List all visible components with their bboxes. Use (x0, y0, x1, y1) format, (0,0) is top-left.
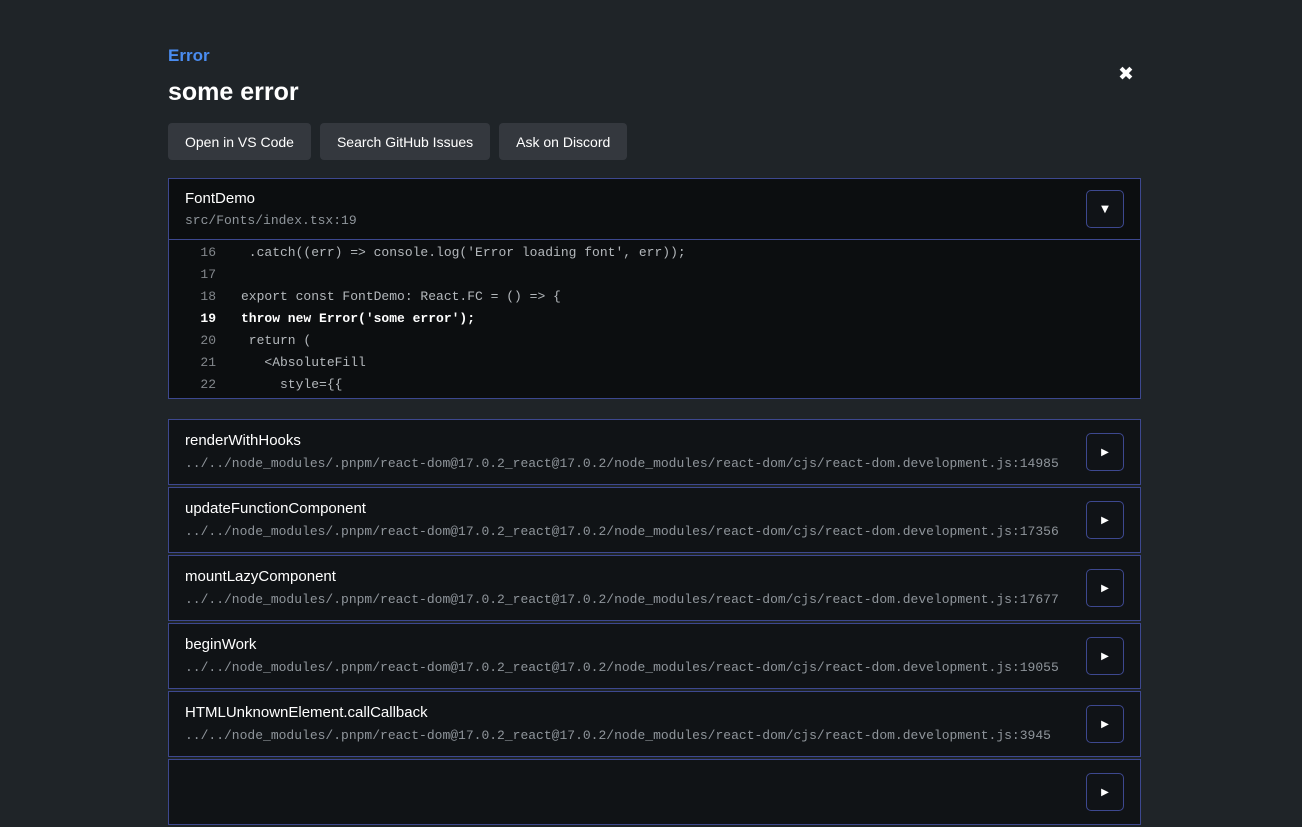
code-line: 20 return ( (169, 330, 1140, 352)
code-line: 16 .catch((err) => console.log('Error lo… (169, 242, 1140, 264)
line-number: 18 (169, 286, 216, 308)
expand-frame-button[interactable]: ▶ (1086, 637, 1124, 675)
stack-frame-title: beginWork (185, 636, 1124, 654)
error-message: some error (168, 78, 1141, 107)
line-number: 22 (169, 374, 216, 396)
code-line: 21 <AbsoluteFill (169, 352, 1140, 374)
line-text: return ( (216, 330, 311, 352)
main-frame-title: FontDemo (185, 190, 357, 208)
stack-frame-title: updateFunctionComponent (185, 500, 1124, 518)
stack-frame-title: mountLazyComponent (185, 568, 1124, 586)
chevron-right-icon: ▶ (1101, 447, 1109, 458)
chevron-right-icon: ▶ (1101, 583, 1109, 594)
line-text: throw new Error('some error'); (216, 308, 475, 330)
stack-frame-mountlazycomponent: mountLazyComponent ../../node_modules/.p… (168, 555, 1141, 621)
chevron-down-icon: ▼ (1101, 204, 1109, 215)
line-number: 16 (169, 242, 216, 264)
stack-frame-title: renderWithHooks (185, 432, 1124, 450)
stack-frame-path: ../../node_modules/.pnpm/react-dom@17.0.… (185, 728, 1124, 744)
chevron-right-icon: ▶ (1101, 719, 1109, 730)
code-line: 22 style={{ (169, 374, 1140, 396)
open-in-vscode-button[interactable]: Open in VS Code (168, 123, 311, 160)
main-stack-frame-info: FontDemo src/Fonts/index.tsx:19 (185, 190, 357, 229)
stack-frame-path: ../../node_modules/.pnpm/react-dom@17.0.… (185, 660, 1124, 676)
main-frame-location: src/Fonts/index.tsx:19 (185, 213, 357, 229)
expand-frame-button[interactable]: ▶ (1086, 773, 1124, 811)
main-stack-frame-card: FontDemo src/Fonts/index.tsx:19 ▼ 16 .ca… (168, 178, 1141, 399)
line-text: export const FontDemo: React.FC = () => … (216, 286, 561, 308)
main-stack-frame-header: FontDemo src/Fonts/index.tsx:19 ▼ (169, 179, 1140, 240)
collapse-frame-button[interactable]: ▼ (1086, 190, 1124, 228)
code-line: 17 (169, 264, 1140, 286)
search-github-issues-button[interactable]: Search GitHub Issues (320, 123, 490, 160)
chevron-right-icon: ▶ (1101, 787, 1109, 798)
code-snippet: 16 .catch((err) => console.log('Error lo… (169, 240, 1140, 398)
stack-frame-updatefunctioncomponent: updateFunctionComponent ../../node_modul… (168, 487, 1141, 553)
line-number: 20 (169, 330, 216, 352)
line-text: style={{ (216, 374, 342, 396)
ask-on-discord-button[interactable]: Ask on Discord (499, 123, 627, 160)
stack-frame-partial: ▶ (168, 759, 1141, 825)
line-number: 21 (169, 352, 216, 374)
line-text (216, 264, 241, 286)
stack-frame-list: renderWithHooks ../../node_modules/.pnpm… (168, 419, 1141, 825)
stack-frame-beginwork: beginWork ../../node_modules/.pnpm/react… (168, 623, 1141, 689)
expand-frame-button[interactable]: ▶ (1086, 569, 1124, 607)
stack-frame-path: ../../node_modules/.pnpm/react-dom@17.0.… (185, 592, 1124, 608)
action-buttons: Open in VS Code Search GitHub Issues Ask… (168, 123, 1141, 160)
chevron-right-icon: ▶ (1101, 515, 1109, 526)
expand-frame-button[interactable]: ▶ (1086, 705, 1124, 743)
code-line: 18 export const FontDemo: React.FC = () … (169, 286, 1140, 308)
expand-frame-button[interactable]: ▶ (1086, 501, 1124, 539)
stack-frame-path: ../../node_modules/.pnpm/react-dom@17.0.… (185, 456, 1124, 472)
stack-frame-path: ../../node_modules/.pnpm/react-dom@17.0.… (185, 524, 1124, 540)
stack-frame-callcallback: HTMLUnknownElement.callCallback ../../no… (168, 691, 1141, 757)
expand-frame-button[interactable]: ▶ (1086, 433, 1124, 471)
stack-frame-renderwithhooks: renderWithHooks ../../node_modules/.pnpm… (168, 419, 1141, 485)
line-text: .catch((err) => console.log('Error loadi… (216, 242, 686, 264)
chevron-right-icon: ▶ (1101, 651, 1109, 662)
code-line-highlighted: 19 throw new Error('some error'); (169, 308, 1140, 330)
line-text: <AbsoluteFill (216, 352, 366, 374)
stack-frame-title: HTMLUnknownElement.callCallback (185, 704, 1124, 722)
line-number: 17 (169, 264, 216, 286)
error-overlay: Error some error Open in VS Code Search … (168, 46, 1141, 827)
line-number: 19 (169, 308, 216, 330)
error-type-label: Error (168, 46, 1141, 66)
